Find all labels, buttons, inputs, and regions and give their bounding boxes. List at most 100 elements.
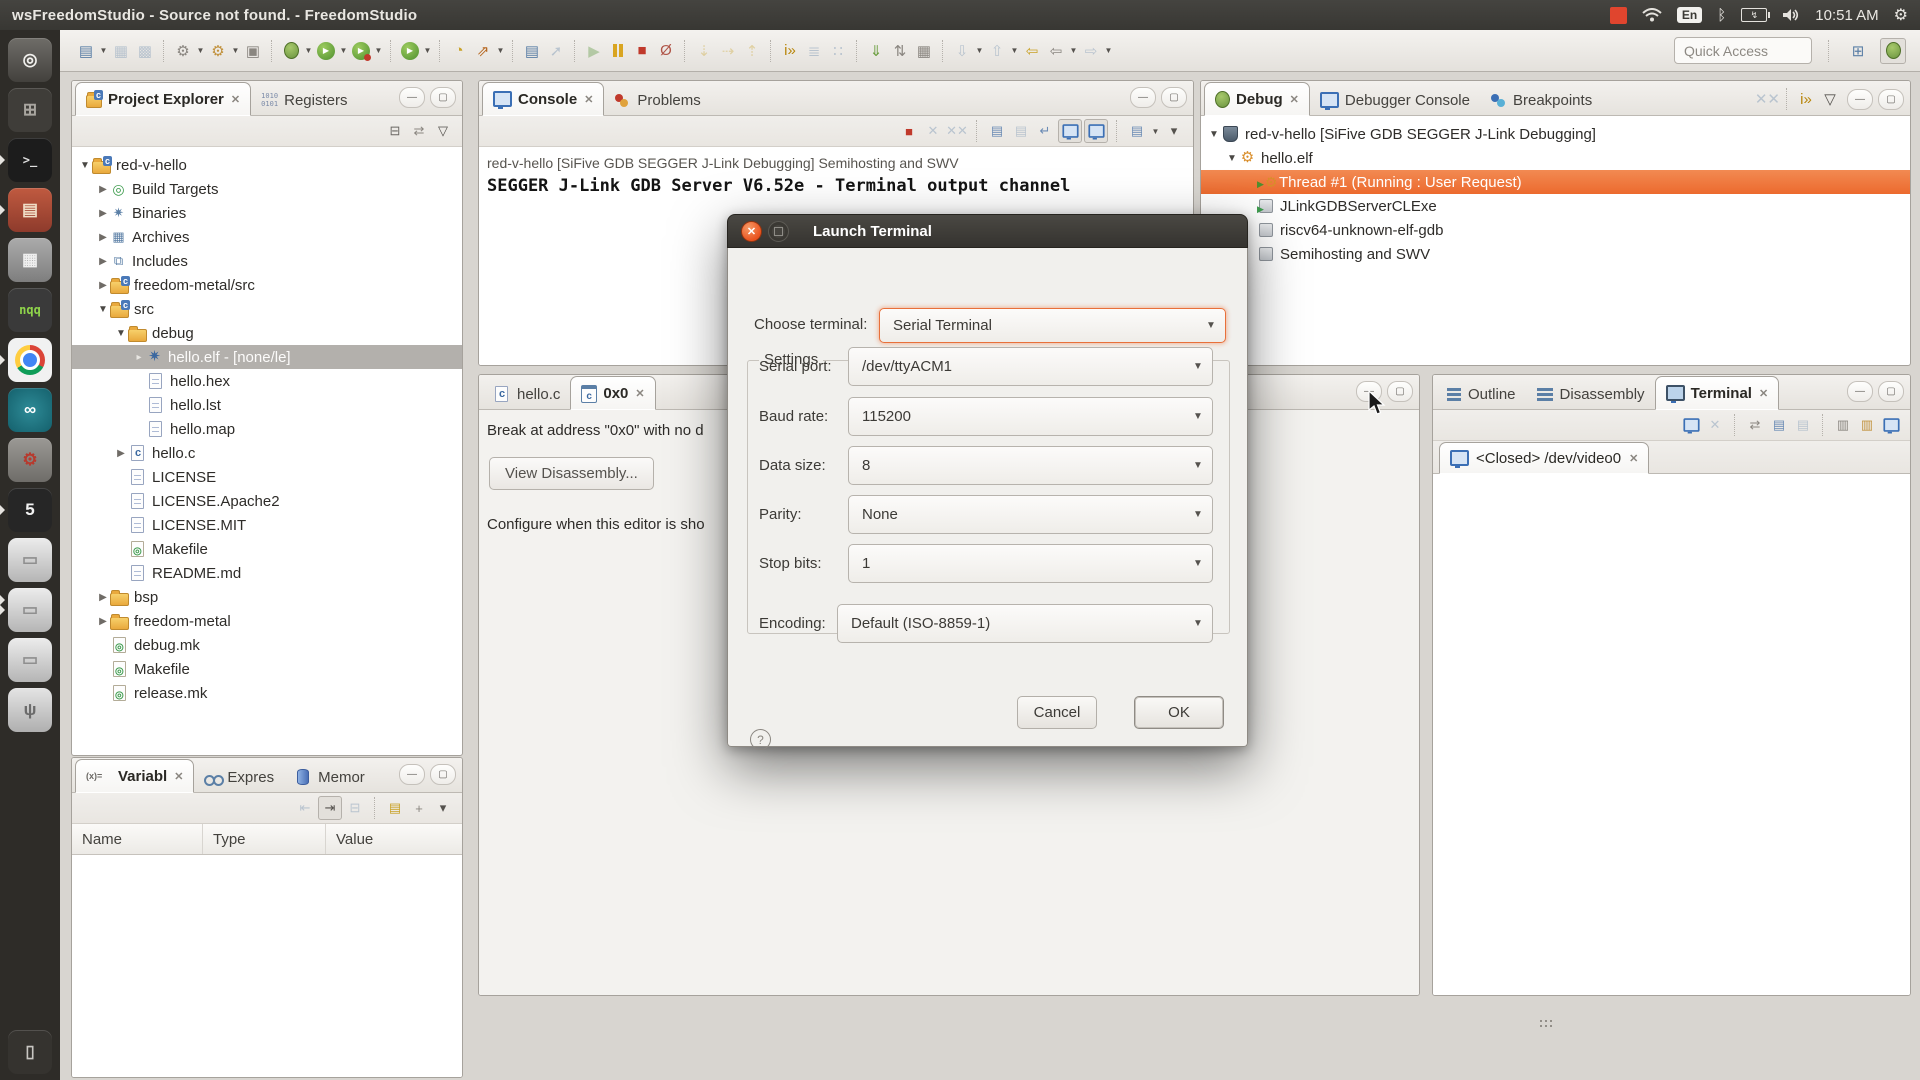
minimize-icon[interactable]: — bbox=[1130, 87, 1156, 108]
suspend-icon[interactable] bbox=[606, 39, 630, 63]
data-size-select[interactable]: 8 ▼ bbox=[848, 446, 1213, 485]
dialog-window-icon[interactable] bbox=[768, 220, 789, 242]
process-row[interactable]: riscv64-unknown-elf-gdb bbox=[1201, 218, 1910, 242]
use-step-filters-icon[interactable]: ⇅ bbox=[888, 39, 912, 63]
launcher-notepadqq[interactable]: nqq bbox=[8, 288, 52, 332]
forward-history-dropdown-icon[interactable]: ▼ bbox=[1103, 46, 1114, 55]
launcher-disk-1[interactable]: ▭ bbox=[8, 538, 52, 582]
tree-item[interactable]: ▶hello.c bbox=[72, 441, 462, 465]
view-menu-icon[interactable]: ▾ bbox=[432, 797, 454, 819]
keyboard-layout-indicator[interactable]: En bbox=[1676, 7, 1703, 23]
build-all-icon[interactable]: ▣ bbox=[241, 39, 265, 63]
new-wizard-icon[interactable]: ▤ bbox=[74, 39, 98, 63]
thread-row-selected[interactable]: ⚙Thread #1 (Running : User Request) bbox=[1201, 170, 1910, 194]
minimized-trim-handle[interactable] bbox=[1540, 1020, 1542, 1022]
flash-target-icon[interactable]: ⇗ bbox=[471, 39, 495, 63]
collapse-all-icon[interactable]: ⊟ bbox=[344, 797, 366, 819]
show-logical-structure-icon[interactable]: ⇥ bbox=[318, 796, 342, 820]
terminal-connection-tab[interactable]: <Closed> /dev/video0 ✕ bbox=[1439, 442, 1650, 474]
build-configurations-dropdown-icon[interactable]: ▼ bbox=[195, 46, 206, 55]
tree-item[interactable]: debug.mk bbox=[72, 633, 462, 657]
tree-item[interactable]: hello.hex bbox=[72, 369, 462, 393]
launcher-workspace-switcher[interactable]: ⊞ bbox=[8, 88, 52, 132]
maximize-icon[interactable]: ▢ bbox=[430, 87, 456, 108]
trace-icon[interactable]: ≣ bbox=[802, 39, 826, 63]
tree-item[interactable]: ▶ ⧉ Includes bbox=[72, 249, 462, 273]
tree-item[interactable]: ▼red-v-hello bbox=[72, 153, 462, 177]
tab-breakpoints[interactable]: Breakpoints bbox=[1480, 85, 1602, 115]
open-perspective-icon[interactable]: ⊞ bbox=[1846, 39, 1870, 63]
external-tools-icon[interactable]: ▶ bbox=[398, 39, 422, 63]
encoding-select[interactable]: Default (ISO-8859-1) ▼ bbox=[837, 604, 1213, 643]
pin-annotations-dropdown-icon[interactable]: ▼ bbox=[1009, 46, 1020, 55]
paste-icon[interactable]: ▥ bbox=[1856, 414, 1878, 436]
tab-variables[interactable]: (x)= Variabl ✕ bbox=[75, 759, 195, 793]
flash-target-dropdown-icon[interactable]: ▼ bbox=[495, 46, 506, 55]
run-dropdown-icon[interactable]: ▼ bbox=[338, 46, 349, 55]
close-icon[interactable]: ✕ bbox=[174, 770, 183, 783]
word-wrap-icon[interactable]: ↵ bbox=[1034, 120, 1056, 142]
variables-table-body[interactable] bbox=[72, 855, 462, 1077]
tree-item[interactable]: ▼ debug bbox=[72, 321, 462, 345]
build-icon[interactable]: ⚙ bbox=[206, 39, 230, 63]
ok-button[interactable]: OK bbox=[1134, 696, 1224, 729]
parity-select[interactable]: None ▼ bbox=[848, 495, 1213, 534]
launcher-system-settings[interactable]: ⚙ bbox=[8, 438, 52, 482]
tab-problems[interactable]: Problems bbox=[604, 85, 710, 115]
step-into-icon[interactable]: ⇣ bbox=[692, 39, 716, 63]
launcher-usb-drive[interactable]: ψ bbox=[8, 688, 52, 732]
restore-annotations-dropdown-icon[interactable]: ▼ bbox=[974, 46, 985, 55]
clear-terminal-icon[interactable]: ▤ bbox=[1768, 414, 1790, 436]
back-history-dropdown-icon[interactable]: ▼ bbox=[1068, 46, 1079, 55]
tab-memory[interactable]: Memor bbox=[284, 762, 375, 792]
tab-hello-c[interactable]: hello.c bbox=[482, 379, 570, 409]
profiling-points-icon[interactable]: ∷ bbox=[826, 39, 850, 63]
tab-terminal[interactable]: Terminal ✕ bbox=[1654, 376, 1780, 410]
close-icon[interactable]: ✕ bbox=[584, 93, 593, 106]
forward-history-icon[interactable]: ⇨ bbox=[1079, 39, 1103, 63]
save-all-icon[interactable]: ▩ bbox=[133, 39, 157, 63]
show-type-names-icon[interactable]: ⇤ bbox=[294, 797, 316, 819]
minimize-icon[interactable]: — bbox=[1847, 381, 1873, 402]
save-icon[interactable]: ▦ bbox=[109, 39, 133, 63]
tab-0x0[interactable]: 0x0 ✕ bbox=[570, 376, 656, 410]
dialog-titlebar[interactable]: ✕ Launch Terminal bbox=[727, 214, 1248, 248]
close-icon[interactable]: ✕ bbox=[1290, 93, 1299, 106]
tab-registers[interactable]: 1010 0101 Registers bbox=[251, 85, 357, 115]
tree-item[interactable]: hello.lst bbox=[72, 393, 462, 417]
minimize-icon[interactable]: — bbox=[1847, 88, 1873, 110]
last-edit-location-icon[interactable]: ⇦ bbox=[1020, 39, 1044, 63]
tree-item-selected[interactable]: ▸ ✷ hello.elf - [none/le] bbox=[72, 345, 462, 369]
tree-item[interactable]: release.mk bbox=[72, 681, 462, 705]
copy-icon[interactable]: ▥ bbox=[1832, 414, 1854, 436]
scroll-lock-icon[interactable]: ▤ bbox=[1010, 120, 1032, 142]
debug-icon[interactable] bbox=[279, 39, 303, 63]
resume-icon[interactable]: ▶ bbox=[582, 39, 606, 63]
column-value[interactable]: Value bbox=[326, 824, 462, 854]
tree-item[interactable]: ▶ ◎ Build Targets bbox=[72, 177, 462, 201]
new-watch-icon[interactable]: ▤ bbox=[384, 797, 406, 819]
tab-debugger-console[interactable]: Debugger Console bbox=[1310, 85, 1480, 115]
maximize-icon[interactable]: ▢ bbox=[430, 764, 456, 785]
tree-item[interactable]: ▶ ▦ Archives bbox=[72, 225, 462, 249]
launcher-terminal[interactable]: >_ bbox=[0, 138, 52, 182]
tree-item[interactable]: ▼src bbox=[72, 297, 462, 321]
column-name[interactable]: Name bbox=[72, 824, 203, 854]
tree-item[interactable]: Makefile bbox=[72, 657, 462, 681]
minimize-icon[interactable]: — bbox=[399, 87, 425, 108]
memory-view-icon[interactable]: ▦ bbox=[912, 39, 936, 63]
remove-all-terminated-icon[interactable]: ✕✕ bbox=[1755, 87, 1780, 111]
maximize-icon[interactable]: ▢ bbox=[1878, 381, 1904, 402]
tab-disassembly[interactable]: Disassembly bbox=[1526, 379, 1655, 409]
launch-config-row[interactable]: ▼ red-v-hello [SiFive GDB SEGGER J-Link D… bbox=[1201, 122, 1910, 146]
column-type[interactable]: Type bbox=[203, 824, 326, 854]
session-gear-icon[interactable]: ⚙ bbox=[1894, 5, 1908, 25]
disconnect-terminal-icon[interactable]: ✕ bbox=[1704, 414, 1726, 436]
tree-item[interactable]: ▶ freedom-metal bbox=[72, 609, 462, 633]
open-console-icon[interactable]: ▤ bbox=[520, 39, 544, 63]
process-row[interactable]: JLinkGDBServerCLExe bbox=[1201, 194, 1910, 218]
close-icon[interactable]: ✕ bbox=[1629, 452, 1638, 465]
close-icon[interactable]: ✕ bbox=[635, 387, 644, 400]
run-icon[interactable]: ▶ bbox=[314, 39, 338, 63]
launcher-calculator[interactable]: ▦ bbox=[8, 238, 52, 282]
